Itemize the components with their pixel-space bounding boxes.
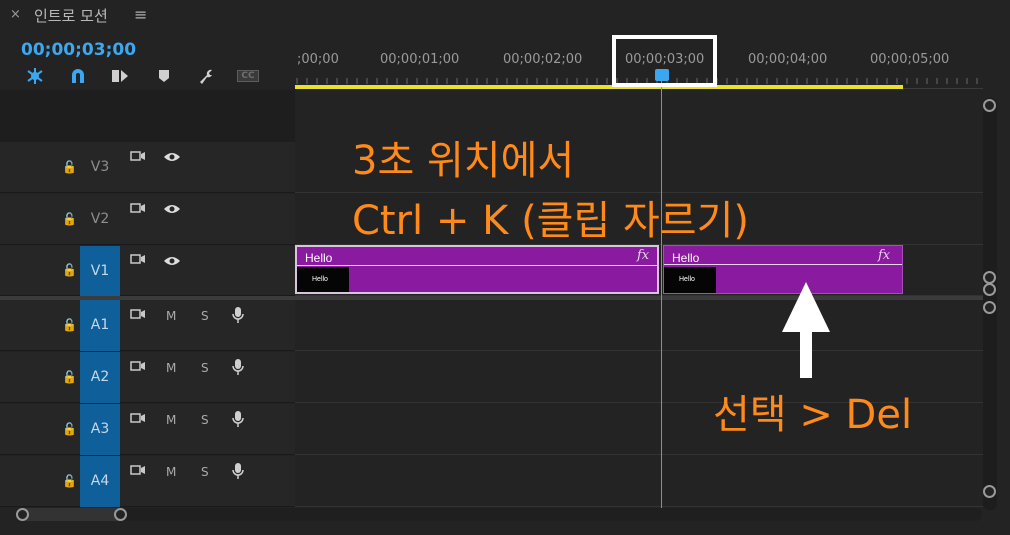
captions-icon[interactable]: CC [236,66,260,86]
track-header-v3[interactable] [0,142,295,193]
vscroll-audio-knob[interactable] [983,283,996,296]
track-target-a3[interactable]: A3 [80,404,120,455]
lock-icon[interactable]: 🔓 [62,370,77,384]
clip-header [664,246,902,265]
arrow-up-icon [782,282,830,378]
toggle-sync-lock-icon[interactable] [130,150,146,165]
mute-button[interactable]: M [166,413,176,427]
hscroll-left-knob[interactable] [16,508,29,521]
annotation-line3: 선택 > Del [713,392,913,438]
track-target-v2[interactable]: V2 [80,194,120,245]
playhead-timecode[interactable]: 00;00;03;00 [21,40,136,60]
lock-icon[interactable]: 🔓 [62,474,77,488]
lock-icon[interactable]: 🔓 [62,160,77,174]
clip-name: Hello [305,251,333,265]
vscroll-bottom-knob[interactable] [983,485,996,498]
microphone-icon[interactable] [232,306,244,327]
toggle-sync-lock-icon[interactable] [130,202,146,217]
panel-header [0,0,1010,30]
ruler-label: 00;00;04;00 [748,52,828,67]
captions-label: CC [237,70,259,82]
lock-icon[interactable]: 🔓 [62,422,77,436]
thumbnail-text: Hello [679,276,695,283]
highlight-box [612,35,717,87]
wrench-icon[interactable] [195,66,217,86]
clip-thumbnail: Hello [664,267,716,293]
clip-thumbnail: Hello [297,267,349,292]
track-header-a1[interactable] [0,300,295,351]
clip-name: Hello [672,251,700,265]
toggle-sync-lock-icon[interactable] [130,464,146,479]
work-area-bar[interactable] [295,85,903,89]
toggle-sync-lock-icon[interactable] [130,308,146,323]
track-target-v1[interactable]: V1 [80,246,120,296]
snap-in-timeline-icon[interactable] [24,66,46,86]
toggle-sync-lock-icon[interactable] [130,253,146,268]
lock-icon[interactable]: 🔓 [62,263,77,277]
eye-icon[interactable] [163,151,181,166]
toggle-sync-lock-icon[interactable] [130,412,146,427]
solo-button[interactable]: S [201,361,209,375]
toggle-sync-lock-icon[interactable] [130,360,146,375]
lock-icon[interactable]: 🔓 [62,212,77,226]
track-header-v1[interactable] [0,246,295,296]
clip-header [297,247,657,266]
mute-button[interactable]: M [166,465,176,479]
horizontal-scrollbar[interactable] [16,508,982,521]
ruler-label: 00;00;05;00 [870,52,950,67]
track-header-a4[interactable] [0,456,295,507]
sequence-tab-title[interactable]: 인트로 모션 [34,5,108,26]
mute-button[interactable]: M [166,309,176,323]
vscroll-top-knob[interactable] [983,99,996,112]
track-header-a2[interactable] [0,352,295,403]
track-area-a4[interactable] [295,456,983,507]
panel-menu-icon[interactable]: ≡ [134,5,147,24]
microphone-icon[interactable] [232,410,244,431]
ruler-label: ;00;00 [297,52,339,67]
annotation-line2: Ctrl + K (클립 자르기) [352,198,749,244]
fx-badge[interactable]: fx [878,248,890,263]
track-target-a2[interactable]: A2 [80,352,120,403]
linked-selection-icon[interactable] [109,66,131,86]
solo-button[interactable]: S [201,465,209,479]
fx-badge[interactable]: fx [637,248,649,263]
hscroll-right-knob[interactable] [114,508,127,521]
track-target-a4[interactable]: A4 [80,456,120,507]
close-panel-button[interactable]: × [10,7,21,22]
microphone-icon[interactable] [232,358,244,379]
eye-icon[interactable] [163,255,181,270]
video-clip[interactable]: Hello fx Hello [295,245,659,294]
track-target-a1[interactable]: A1 [80,300,120,351]
solo-button[interactable]: S [201,413,209,427]
playhead-line[interactable] [661,70,662,508]
track-header-a3[interactable] [0,404,295,455]
mute-button[interactable]: M [166,361,176,375]
track-header-v2[interactable] [0,194,295,245]
track-area-a1[interactable] [295,300,983,351]
thumbnail-text: Hello [312,276,328,283]
magnet-icon[interactable] [67,66,89,86]
ruler-label: 00;00;01;00 [380,52,460,67]
track-target-v3[interactable]: V3 [80,142,120,193]
eye-icon[interactable] [163,203,181,218]
ruler-label: 00;00;02;00 [503,52,583,67]
microphone-icon[interactable] [232,462,244,483]
track-header-spacer [0,90,295,142]
lock-icon[interactable]: 🔓 [62,318,77,332]
marker-icon[interactable] [153,66,175,86]
solo-button[interactable]: S [201,309,209,323]
vscroll-audio-top-knob[interactable] [983,301,996,314]
annotation-line1: 3초 위치에서 [352,138,575,184]
hscroll-thumb[interactable] [16,508,126,521]
